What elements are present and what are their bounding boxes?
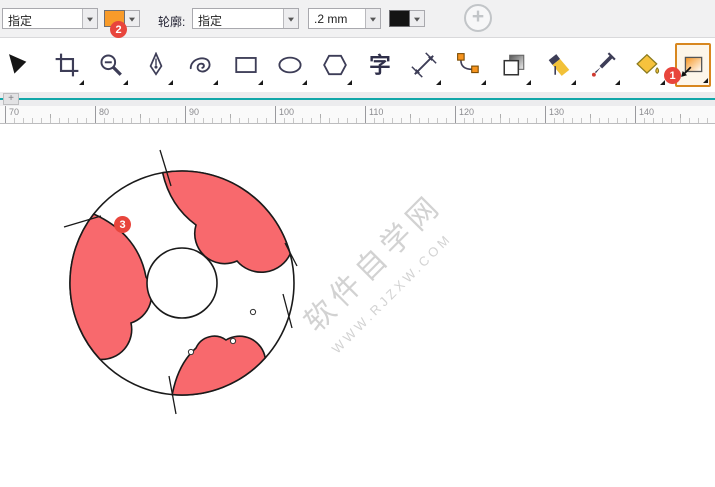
ruler-label: 110 [369,107,383,117]
tool-dimension[interactable] [406,43,442,87]
text-tool-glyph: 字 [369,53,391,78]
annotation-badge-3: 3 [114,216,131,233]
zoom-out-icon [98,52,124,78]
add-button[interactable]: + [464,4,492,32]
flyout-corner-icon [703,78,708,83]
tool-interactive-fill[interactable] [675,43,711,87]
tool-spiral-curve[interactable] [183,43,219,87]
app-window: 指定 2 轮廓: 指定 .2 mm + [0,0,715,487]
chevron-down-icon[interactable] [283,9,298,28]
flyout-corner-icon [571,80,576,85]
flyout-corner-icon [213,80,218,85]
spiral-icon [188,52,214,78]
flyout-corner-icon [79,80,84,85]
annotation-badge-2: 2 [110,21,127,38]
document-navigator: + [0,92,715,106]
smart-fill-icon [635,52,661,78]
flyout-corner-icon [660,80,665,85]
crop-icon [54,52,80,78]
flyout-corner-icon [526,80,531,85]
add-page-button[interactable]: + [3,93,19,105]
tool-rectangle[interactable] [228,43,264,87]
tool-zoom-out[interactable] [93,43,129,87]
node-handle [230,338,235,343]
ruler-label: 140 [639,107,654,117]
toolbox: 字 [0,38,715,92]
fill-style-dropdown[interactable]: 指定 [2,8,98,29]
outline-style-value: 指定 [193,9,283,28]
lamp-icon [546,52,572,78]
node-handle [188,349,193,354]
pick-arrow-icon [9,52,35,78]
interactive-fill-icon [680,52,706,78]
drop-shadow-icon [501,52,527,78]
eyedropper-icon [590,52,616,78]
flyout-corner-icon [168,80,173,85]
outline-color-swatch[interactable] [389,10,410,27]
tool-smart-fill[interactable] [630,43,666,87]
vector-drawing[interactable] [0,124,715,487]
tool-crop[interactable] [49,43,85,87]
outline-width-dropdown[interactable]: .2 mm [308,8,381,29]
tool-effect-lamp[interactable] [541,43,577,87]
outline-label: 轮廓: [158,13,185,30]
ellipse-icon [277,52,303,78]
dimension-icon [411,52,437,78]
fill-style-value: 指定 [3,9,82,28]
chevron-down-icon[interactable] [125,10,140,27]
inner-circle-shape[interactable] [147,248,217,318]
text-tool-icon: 字 [367,52,393,78]
property-bar: 指定 2 轮廓: 指定 .2 mm + [0,0,715,38]
node-handle [250,309,255,314]
tool-text[interactable]: 字 [362,43,398,87]
tool-ellipse[interactable] [272,43,308,87]
horizontal-ruler: 70 80 90 100 110 120 130 140 [0,106,715,124]
tool-artistic-pen[interactable] [138,43,174,87]
connector-icon [456,52,482,78]
ruler-label: 130 [549,107,564,117]
ruler-label: 100 [279,107,294,117]
flyout-corner-icon [258,80,263,85]
outline-width-value: .2 mm [309,9,365,28]
flyout-corner-icon [481,80,486,85]
drawing-page[interactable]: 软件自学网 WWW.RJZXW.COM [0,124,715,487]
outline-style-dropdown[interactable]: 指定 [192,8,299,29]
ruler-label: 70 [9,107,19,117]
flyout-corner-icon [436,80,441,85]
outline-color-picker [389,10,425,27]
tool-connector[interactable] [451,43,487,87]
rectangle-icon [233,52,259,78]
tool-pick-fragment[interactable] [4,43,40,87]
chevron-down-icon[interactable] [365,9,380,28]
chevron-down-icon[interactable] [82,9,97,28]
ruler-label: 80 [99,107,109,117]
polygon-icon [322,52,348,78]
tool-polygon[interactable] [317,43,353,87]
flyout-corner-icon [123,80,128,85]
flyout-corner-icon [615,80,620,85]
ruler-label: 120 [459,107,474,117]
tool-eyedropper[interactable] [585,43,621,87]
scrollbar-accent-line[interactable] [0,98,715,100]
flyout-corner-icon [347,80,352,85]
annotation-badge-1: 1 [664,67,681,84]
flyout-corner-icon [302,80,307,85]
pen-nib-icon [143,52,169,78]
chevron-down-icon[interactable] [410,10,425,27]
ruler-label: 90 [189,107,199,117]
tool-drop-shadow[interactable] [496,43,532,87]
